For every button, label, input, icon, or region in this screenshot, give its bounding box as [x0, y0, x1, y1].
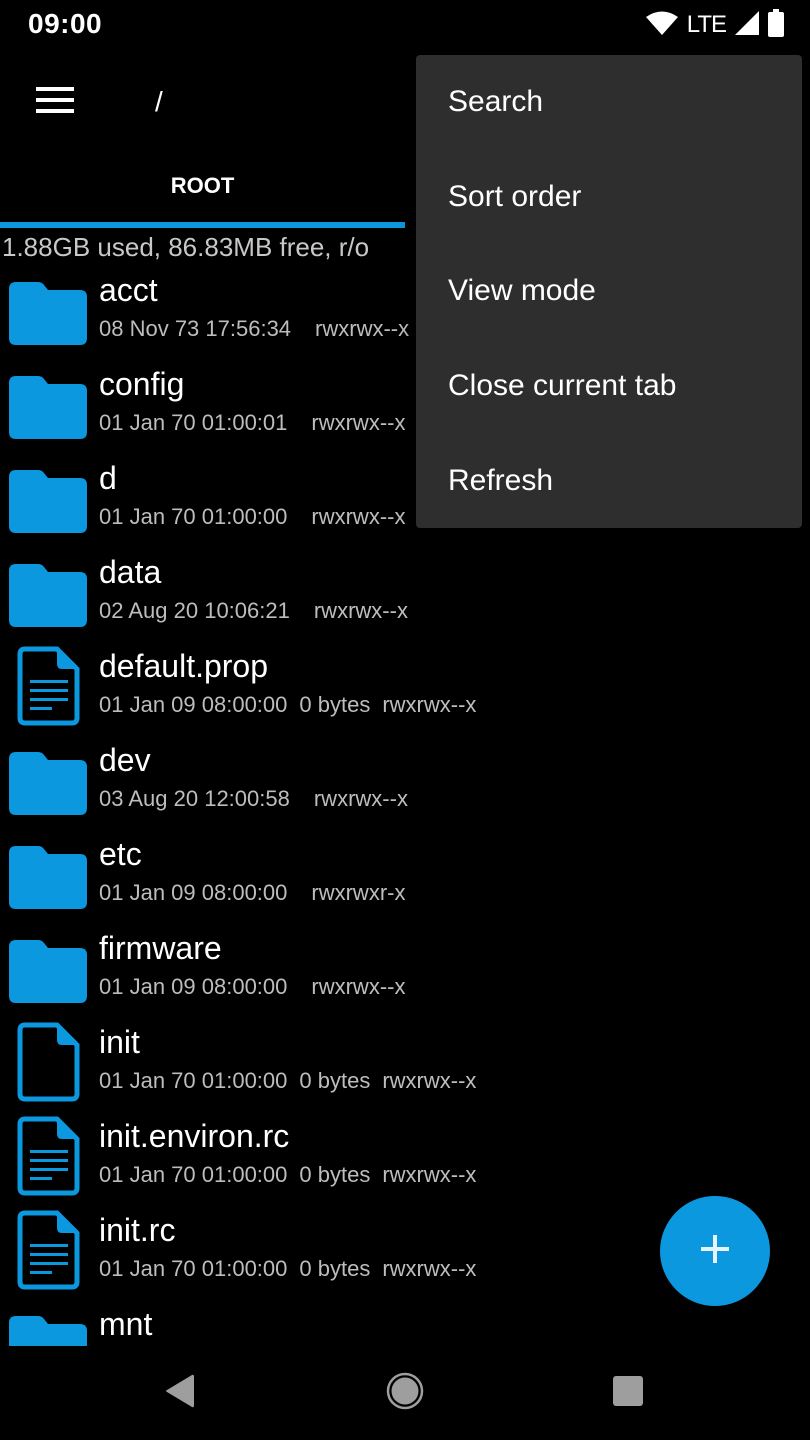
- file-date: 01 Jan 70 01:00:00: [99, 1256, 288, 1281]
- file-size: 0 bytes: [299, 1256, 371, 1281]
- file-list-item[interactable]: default.prop 01 Jan 09 08:00:00 0 bytes rwx…: [0, 644, 810, 738]
- file-permissions: rwxrwx--x: [313, 598, 408, 623]
- navigation-drawer-button[interactable]: [24, 78, 86, 126]
- recents-icon: [613, 1375, 643, 1411]
- folder-icon: [8, 1312, 88, 1346]
- file-list-item[interactable]: dev 03 Aug 20 12:00:58 rwxrwx--x: [0, 738, 810, 832]
- file-meta: 01 Jan 09 08:00:00 rwxrwx--x: [99, 974, 405, 1000]
- file-name: default.prop: [99, 648, 269, 684]
- system-navigation-bar: [0, 1346, 810, 1440]
- file-size: 0 bytes: [299, 1068, 371, 1093]
- file-list-item[interactable]: mnt: [0, 1302, 810, 1346]
- tab-root[interactable]: ROOT: [0, 150, 405, 230]
- home-button[interactable]: [375, 1368, 435, 1418]
- file-permissions: rwxrwx--x: [382, 1068, 477, 1093]
- file-meta: 03 Aug 20 12:00:58 rwxrwx--x: [99, 786, 408, 812]
- file-meta: 01 Jan 70 01:00:00 0 bytes rwxrwx--x: [99, 1256, 476, 1282]
- file-name: data: [99, 554, 162, 590]
- menu-item-view-mode[interactable]: View mode: [416, 244, 802, 339]
- wifi-icon: [645, 10, 679, 41]
- folder-icon: [8, 560, 88, 628]
- file-permissions: rwxrwx--x: [311, 504, 406, 529]
- file-list-item[interactable]: data 02 Aug 20 10:06:21 rwxrwx--x: [0, 550, 810, 644]
- file-date: 01 Jan 70 01:00:00: [99, 1162, 288, 1187]
- back-button[interactable]: [150, 1368, 210, 1418]
- file-name: mnt: [99, 1306, 153, 1342]
- tab-label: ROOT: [170, 173, 235, 198]
- file-name: firmware: [99, 930, 222, 966]
- file-date: 01 Jan 09 08:00:00: [99, 974, 288, 999]
- file-list-item[interactable]: firmware 01 Jan 09 08:00:00 rwxrwx--x: [0, 926, 810, 1020]
- menu-item-search[interactable]: Search: [416, 55, 802, 150]
- hamburger-menu-icon: [36, 86, 74, 119]
- menu-item-close-current-tab[interactable]: Close current tab: [416, 339, 802, 434]
- file-name: init.environ.rc: [99, 1118, 290, 1154]
- file-meta: 01 Jan 70 01:00:00 0 bytes rwxrwx--x: [99, 1068, 476, 1094]
- cellular-signal-icon: [734, 10, 760, 41]
- file-name: etc: [99, 836, 142, 872]
- file-name: init.rc: [99, 1212, 176, 1248]
- text-file-icon: [9, 1210, 89, 1290]
- battery-icon: [768, 8, 784, 42]
- file-date: 08 Nov 73 17:56:34: [99, 316, 292, 341]
- back-icon: [164, 1373, 196, 1414]
- file-meta: 01 Jan 09 08:00:00 0 bytes rwxrwx--x: [99, 692, 476, 718]
- active-tab-indicator: [0, 222, 405, 228]
- home-icon: [386, 1372, 424, 1415]
- menu-item-refresh[interactable]: Refresh: [416, 433, 802, 528]
- network-type-label: LTE: [686, 11, 727, 38]
- current-path: /: [155, 86, 163, 117]
- file-permissions: rwxrwx--x: [311, 974, 406, 999]
- file-permissions: rwxrwx--x: [315, 316, 410, 341]
- folder-icon: [8, 278, 88, 346]
- file-meta: 01 Jan 70 01:00:00 0 bytes rwxrwx--x: [99, 1162, 476, 1188]
- folder-icon: [8, 842, 88, 910]
- file-size: 0 bytes: [299, 692, 371, 717]
- status-time: 09:00: [28, 8, 103, 39]
- file-list-item[interactable]: etc 01 Jan 09 08:00:00 rwxrwxr-x: [0, 832, 810, 926]
- file-permissions: rwxrwx--x: [382, 692, 477, 717]
- file-permissions: rwxrwx--x: [311, 410, 406, 435]
- file-name: d: [99, 460, 117, 496]
- file-meta: 01 Jan 70 01:00:00 rwxrwx--x: [99, 504, 405, 530]
- menu-item-sort-order[interactable]: Sort order: [416, 150, 802, 245]
- folder-icon: [8, 372, 88, 440]
- file-permissions: rwxrwx--x: [382, 1256, 477, 1281]
- file-list-item[interactable]: init 01 Jan 70 01:00:00 0 bytes rwxrwx--x: [0, 1020, 810, 1114]
- file-size: 0 bytes: [299, 1162, 371, 1187]
- status-bar: 09:00 LTE: [0, 0, 810, 50]
- file-name: dev: [99, 742, 151, 778]
- file-permissions: rwxrwx--x: [382, 1162, 477, 1187]
- file-list-item[interactable]: init.environ.rc 01 Jan 70 01:00:00 0 bytes…: [0, 1114, 810, 1208]
- add-fab-button[interactable]: [660, 1196, 770, 1306]
- storage-info: 1.88GB used, 86.83MB free, r/o: [2, 232, 370, 262]
- file-date: 03 Aug 20 12:00:58: [99, 786, 290, 811]
- file-name: acct: [99, 272, 158, 308]
- file-date: 01 Jan 70 01:00:01: [99, 410, 288, 435]
- folder-icon: [8, 466, 88, 534]
- plus-icon: [700, 1234, 730, 1269]
- file-meta: 08 Nov 73 17:56:34 rwxrwx--x: [99, 316, 409, 342]
- overflow-menu: Search Sort order View mode Close curren…: [416, 55, 802, 528]
- file-date: 01 Jan 09 08:00:00: [99, 692, 288, 717]
- text-file-icon: [9, 646, 89, 726]
- file-permissions: rwxrwxr-x: [311, 880, 406, 905]
- file-permissions: rwxrwx--x: [313, 786, 408, 811]
- folder-icon: [8, 936, 88, 1004]
- file-date: 02 Aug 20 10:06:21: [99, 598, 290, 623]
- file-icon: [9, 1022, 89, 1102]
- text-file-icon: [9, 1116, 89, 1196]
- file-name: config: [99, 366, 185, 402]
- file-date: 01 Jan 70 01:00:00: [99, 1068, 288, 1093]
- status-icons: LTE: [645, 8, 784, 42]
- file-date: 01 Jan 09 08:00:00: [99, 880, 288, 905]
- folder-icon: [8, 748, 88, 816]
- file-meta: 02 Aug 20 10:06:21 rwxrwx--x: [99, 598, 408, 624]
- file-meta: 01 Jan 70 01:00:01 rwxrwx--x: [99, 410, 405, 436]
- file-name: init: [99, 1024, 140, 1060]
- recents-button[interactable]: [598, 1368, 658, 1418]
- file-date: 01 Jan 70 01:00:00: [99, 504, 288, 529]
- file-meta: 01 Jan 09 08:00:00 rwxrwxr-x: [99, 880, 405, 906]
